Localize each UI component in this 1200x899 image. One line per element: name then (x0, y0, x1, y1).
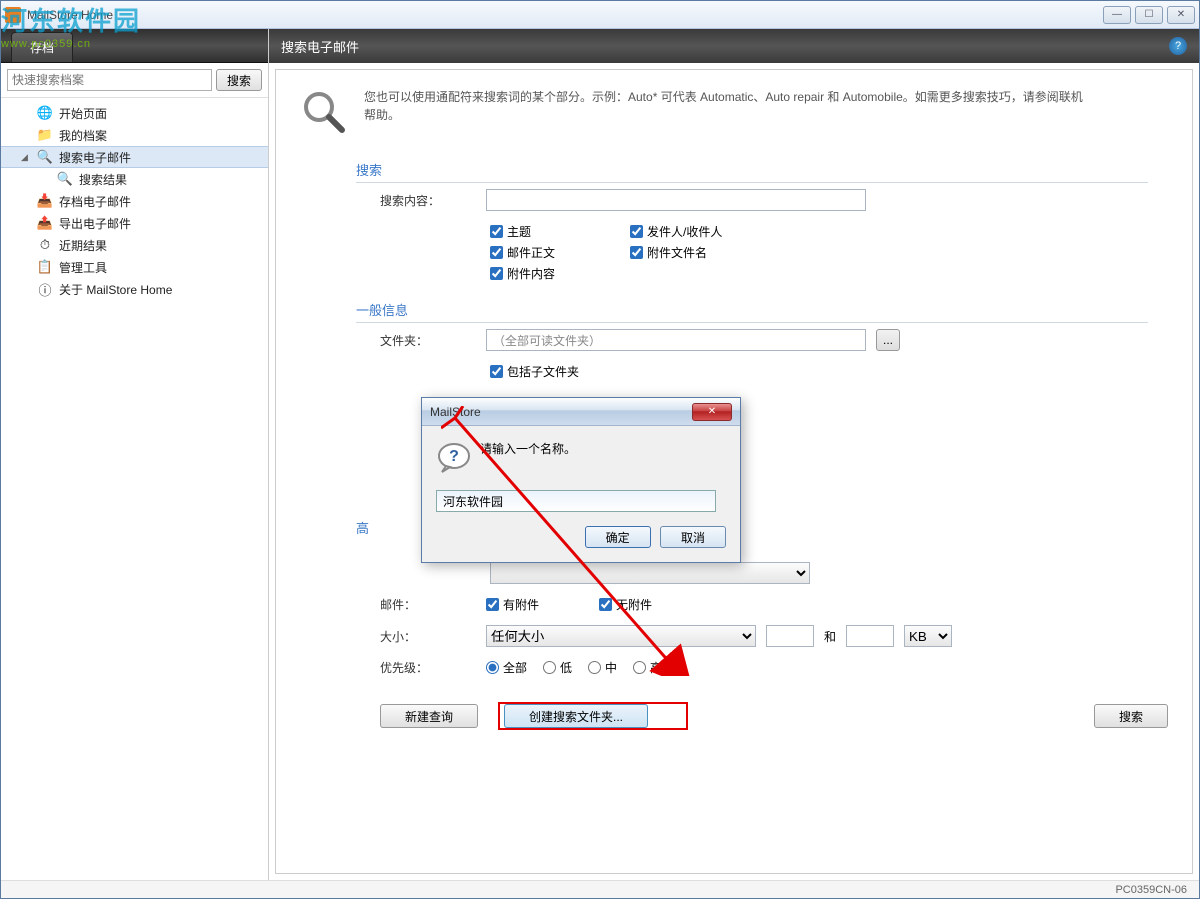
cb-body[interactable]: 邮件正文 (490, 244, 620, 261)
cb-attachment-content[interactable]: 附件内容 (490, 265, 620, 282)
section-search: 搜索 (356, 160, 1148, 183)
clipboard-icon: 📋 (37, 259, 53, 275)
size-unit-select[interactable]: KB (904, 625, 952, 647)
page-title: 搜索电子邮件 (281, 37, 359, 56)
expand-icon[interactable]: ◢ (21, 152, 31, 163)
maximize-button[interactable]: ☐ (1135, 6, 1163, 24)
section-general: 一般信息 (356, 300, 1148, 323)
magnifier-icon (300, 88, 348, 136)
radio-priority-mid[interactable]: 中 (588, 659, 617, 676)
svg-text:?: ? (449, 448, 459, 465)
new-query-button[interactable]: 新建查询 (380, 704, 478, 728)
cb-sender-recipient[interactable]: 发件人/收件人 (630, 223, 790, 240)
clock-icon: ⏱ (37, 237, 53, 253)
search-icon: 🔍 (37, 149, 53, 165)
nav-search-email[interactable]: ◢🔍搜索电子邮件 (1, 146, 268, 168)
highlight-annotation: 创建搜索文件夹... (498, 702, 688, 730)
dialog-ok-button[interactable]: 确定 (585, 526, 651, 548)
section-advanced-partial: 高 (356, 518, 366, 540)
sidebar: 存档 搜索 🌐开始页面 📁我的档案 ◢🔍搜索电子邮件 🔍搜索结果 📥存档电子邮件… (1, 29, 269, 880)
folder-input[interactable] (486, 329, 866, 351)
label-priority: 优先级： (356, 659, 476, 676)
dialog-title: MailStore (430, 405, 692, 419)
dialog-prompt: 请输入一个名称。 (480, 440, 576, 457)
radio-priority-all[interactable]: 全部 (486, 659, 527, 676)
cb-attachment-name[interactable]: 附件文件名 (630, 244, 790, 261)
statusbar: PC0359CN-06 (1, 880, 1199, 898)
question-icon: ? (436, 440, 472, 476)
size-and-label: 和 (824, 628, 836, 645)
folder-browse-button[interactable]: ... (876, 329, 900, 351)
nav-my-archive[interactable]: 📁我的档案 (1, 124, 268, 146)
cb-has-attachment[interactable]: 有附件 (486, 596, 539, 613)
folder-icon: 📁 (37, 127, 53, 143)
quick-search-input[interactable] (7, 69, 212, 91)
dialog-name-input[interactable] (436, 490, 716, 512)
status-text: PC0359CN-06 (1115, 884, 1187, 896)
nav-recent-results[interactable]: ⏱近期结果 (1, 234, 268, 256)
help-icon[interactable]: ? (1169, 37, 1187, 55)
dialog-cancel-button[interactable]: 取消 (660, 526, 726, 548)
nav-about[interactable]: ⓘ关于 MailStore Home (1, 278, 268, 300)
close-button[interactable]: ✕ (1167, 6, 1195, 24)
quick-search-button[interactable]: 搜索 (216, 69, 262, 91)
search-button[interactable]: 搜索 (1094, 704, 1168, 728)
globe-icon: 🌐 (37, 105, 53, 121)
nav-admin-tools[interactable]: 📋管理工具 (1, 256, 268, 278)
size-select[interactable]: 任何大小 (486, 625, 756, 647)
dialog-close-button[interactable]: ✕ (692, 403, 732, 421)
search-icon: 🔍 (57, 171, 73, 187)
cb-no-attachment[interactable]: 无附件 (599, 596, 652, 613)
label-mail: 邮件： (356, 596, 476, 613)
minimize-button[interactable]: — (1103, 6, 1131, 24)
search-content-input[interactable] (486, 189, 866, 211)
nav-export-email[interactable]: 📤导出电子邮件 (1, 212, 268, 234)
nav-tree: 🌐开始页面 📁我的档案 ◢🔍搜索电子邮件 🔍搜索结果 📥存档电子邮件 📤导出电子… (1, 98, 268, 880)
label-size: 大小： (356, 628, 476, 645)
info-icon: ⓘ (37, 281, 53, 297)
radio-priority-high[interactable]: 高 (633, 659, 662, 676)
sidebar-tabs: 存档 (1, 29, 268, 63)
inbox-icon: 📥 (37, 193, 53, 209)
nav-start-page[interactable]: 🌐开始页面 (1, 102, 268, 124)
app-icon (5, 7, 21, 23)
tab-archive[interactable]: 存档 (11, 32, 73, 62)
nav-search-results[interactable]: 🔍搜索结果 (1, 168, 268, 190)
hint-text: 您也可以使用通配符来搜索词的某个部分。示例：Auto* 可代表 Automati… (364, 88, 1084, 136)
cb-include-subfolders[interactable]: 包括子文件夹 (490, 363, 579, 380)
label-folder: 文件夹： (356, 332, 476, 349)
window-title: MailStore Home (27, 8, 1103, 22)
label-search-content: 搜索内容： (356, 192, 476, 209)
size-value-1[interactable] (766, 625, 814, 647)
nav-archive-email[interactable]: 📥存档电子邮件 (1, 190, 268, 212)
name-prompt-dialog: MailStore ✕ ? 请输入一个名称。 确定 取消 (421, 397, 741, 563)
create-search-folder-button[interactable]: 创建搜索文件夹... (504, 704, 648, 728)
partial-hidden-select[interactable] (490, 562, 810, 584)
radio-priority-low[interactable]: 低 (543, 659, 572, 676)
window-titlebar: MailStore Home — ☐ ✕ (1, 1, 1199, 29)
size-value-2[interactable] (846, 625, 894, 647)
outbox-icon: 📤 (37, 215, 53, 231)
cb-subject[interactable]: 主题 (490, 223, 620, 240)
